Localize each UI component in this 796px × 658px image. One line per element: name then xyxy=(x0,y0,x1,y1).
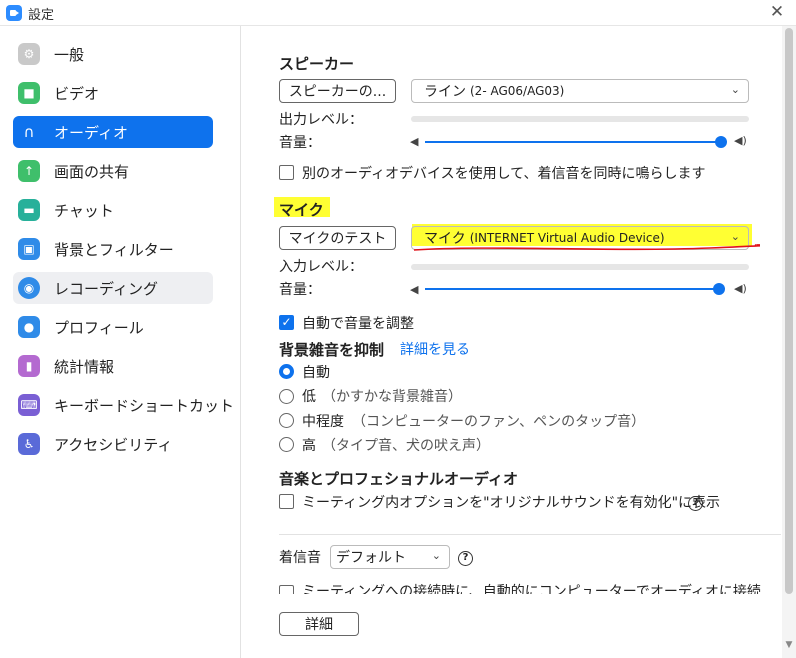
music-audio-title: 音楽とプロフェショナルオーディオ xyxy=(279,470,518,488)
share-screen-icon: ↑ xyxy=(18,160,40,182)
sidebar-item-label: アクセシビリティ xyxy=(54,435,173,454)
input-level-label: 入力レベル： xyxy=(279,259,363,275)
speaker-device-select[interactable]: ライン (2- AG06/AG03) ⌄ xyxy=(411,79,749,103)
video-icon: ■ xyxy=(18,82,40,104)
auto-join-audio-label: ミーティングへの接続時に、自動的にコンピューターでオーディオに接続 xyxy=(302,584,761,594)
ringtone-value: デフォルト xyxy=(336,550,406,566)
sidebar-item-audio[interactable]: ∩ オーディオ xyxy=(13,116,213,148)
chat-icon: ▬ xyxy=(18,199,40,221)
volume-low-icon: ◀ xyxy=(410,283,419,296)
test-mic-button[interactable]: マイクのテスト xyxy=(279,226,396,250)
separate-ringtone-device-checkbox[interactable] xyxy=(279,165,294,180)
speaker-volume-thumb[interactable] xyxy=(715,136,727,148)
noise-radio-high[interactable] xyxy=(279,437,294,452)
test-speaker-button[interactable]: スピーカーの... xyxy=(279,79,396,103)
auto-adjust-volume-checkbox[interactable]: ✓ xyxy=(279,315,294,330)
sidebar-item-accessibility[interactable]: ♿ アクセシビリティ xyxy=(13,428,213,460)
volume-low-icon: ◀ xyxy=(410,135,419,148)
mic-volume-thumb[interactable] xyxy=(713,283,725,295)
mic-section-title: マイク xyxy=(279,201,324,219)
sidebar-item-profile[interactable]: ● プロフィール xyxy=(13,311,213,343)
help-icon[interactable]: ? xyxy=(688,496,703,511)
volume-high-icon: ◀) xyxy=(734,282,747,295)
noise-radio-auto[interactable] xyxy=(279,364,294,379)
speaker-section-title: スピーカー xyxy=(279,55,355,73)
accessibility-icon: ♿ xyxy=(18,433,40,455)
stats-icon: ▮ xyxy=(18,355,40,377)
learn-more-link[interactable]: 詳細を見る xyxy=(400,339,470,359)
original-sound-checkbox[interactable] xyxy=(279,494,294,509)
sidebar-item-keyboard-shortcuts[interactable]: ⌨ キーボードショートカット xyxy=(13,389,234,421)
sidebar-item-background[interactable]: ▣ 背景とフィルター xyxy=(13,233,213,265)
noise-option-label: 自動 xyxy=(302,365,330,381)
sidebar-item-video[interactable]: ■ ビデオ xyxy=(13,77,213,109)
noise-suppression-title: 背景雑音を抑制 xyxy=(279,341,385,359)
divider xyxy=(279,534,781,535)
noise-radio-low[interactable] xyxy=(279,389,294,404)
noise-radio-medium[interactable] xyxy=(279,413,294,428)
sidebar-item-label: レコーディング xyxy=(54,279,158,298)
noise-option-label: 低 xyxy=(302,389,316,405)
close-icon[interactable]: ✕ xyxy=(768,3,786,21)
sidebar-item-stats[interactable]: ▮ 統計情報 xyxy=(13,350,213,382)
separate-ringtone-device-label: 別のオーディオデバイスを使用して、着信音を同時に鳴らします xyxy=(302,166,706,182)
sidebar-item-label: プロフィール xyxy=(54,318,144,337)
help-icon[interactable]: ? xyxy=(458,551,473,566)
background-icon: ▣ xyxy=(18,238,40,260)
chevron-down-icon: ⌄ xyxy=(730,83,740,96)
gear-icon: ⚙ xyxy=(18,43,40,65)
noise-option-label: 中程度 xyxy=(302,414,344,430)
noise-option-hint: （タイプ音、犬の吠え声） xyxy=(322,438,490,454)
output-level-meter xyxy=(411,116,749,122)
noise-option-label: 高 xyxy=(302,438,316,454)
scrollbar-thumb[interactable] xyxy=(785,28,793,594)
zoom-app-icon xyxy=(6,5,22,21)
sidebar-item-label: オーディオ xyxy=(54,123,128,142)
sidebar-item-general[interactable]: ⚙ 一般 xyxy=(13,38,213,70)
ringtone-label: 着信音 xyxy=(279,550,321,566)
title-bar: 設定 ✕ xyxy=(0,0,796,26)
auto-join-audio-checkbox[interactable] xyxy=(279,585,294,594)
speaker-device-name: ライン xyxy=(424,84,466,100)
sidebar: ⚙ 一般 ■ ビデオ ∩ オーディオ ↑ 画面の共有 ▬ チャット ▣ 背景とフ… xyxy=(0,26,241,658)
speaker-volume-slider[interactable] xyxy=(425,141,717,143)
sidebar-item-share-screen[interactable]: ↑ 画面の共有 xyxy=(13,155,213,187)
input-level-meter xyxy=(411,264,749,270)
headphones-icon: ∩ xyxy=(23,123,35,141)
scroll-down-icon[interactable]: ▼ xyxy=(784,640,794,650)
sidebar-item-label: 画面の共有 xyxy=(54,162,130,181)
speaker-volume-label: 音量： xyxy=(279,135,321,151)
sidebar-item-chat[interactable]: ▬ チャット xyxy=(13,194,213,226)
sidebar-item-label: 背景とフィルター xyxy=(54,240,174,259)
record-icon: ◉ xyxy=(18,277,40,299)
sidebar-item-label: 一般 xyxy=(54,45,85,64)
auto-adjust-volume-label: 自動で音量を調整 xyxy=(302,316,414,332)
sidebar-item-label: チャット xyxy=(54,201,114,220)
keyboard-icon: ⌨ xyxy=(18,394,40,416)
volume-high-icon: ◀) xyxy=(734,134,747,147)
advanced-button[interactable]: 詳細 xyxy=(279,612,359,636)
window-title: 設定 xyxy=(28,8,55,23)
sidebar-item-label: キーボードショートカット xyxy=(54,396,235,415)
mic-volume-slider[interactable] xyxy=(425,288,715,290)
speaker-device-detail: (2- AG06/AG03) xyxy=(470,84,565,98)
sidebar-item-label: 統計情報 xyxy=(54,357,115,376)
output-level-label: 出力レベル： xyxy=(279,112,363,128)
original-sound-label: ミーティング内オプションを"オリジナルサウンドを有効化"に表示 xyxy=(302,495,721,511)
profile-icon: ● xyxy=(18,316,40,338)
noise-option-hint: （かすかな背景雑音） xyxy=(322,389,462,405)
noise-option-hint: （コンピューターのファン、ペンのタップ音） xyxy=(352,414,646,430)
chevron-down-icon: ⌄ xyxy=(431,549,441,562)
ringtone-select[interactable]: デフォルト ⌄ xyxy=(330,545,450,569)
sidebar-item-recording[interactable]: ◉ レコーディング xyxy=(13,272,213,304)
sidebar-item-label: ビデオ xyxy=(54,84,100,103)
mic-volume-label: 音量： xyxy=(279,282,321,298)
auto-join-row: ミーティングへの接続時に、自動的にコンピューターでオーディオに接続 xyxy=(279,580,779,594)
red-underline-annotation xyxy=(413,244,760,251)
